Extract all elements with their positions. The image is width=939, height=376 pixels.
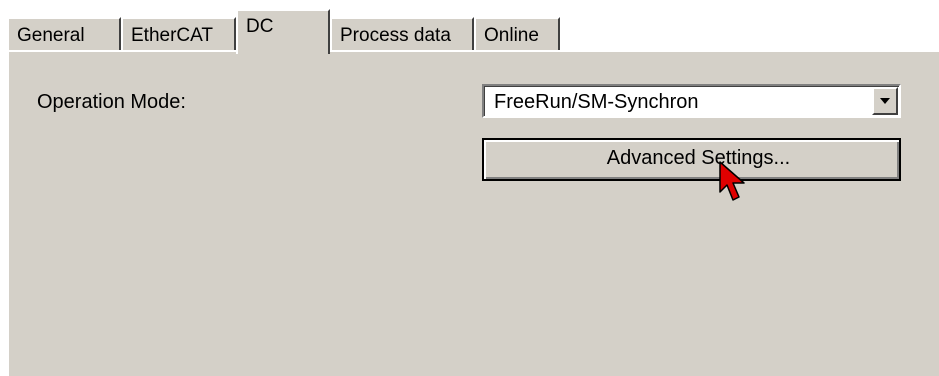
tab-strip: General EtherCAT DC Process data Online xyxy=(0,0,939,54)
operation-mode-value: FreeRun/SM-Synchron xyxy=(494,91,699,113)
tab-process-data[interactable]: Process data xyxy=(330,17,474,52)
tab-general[interactable]: General xyxy=(7,17,121,52)
dropdown-button[interactable] xyxy=(872,87,898,115)
operation-mode-select[interactable]: FreeRun/SM-Synchron xyxy=(482,84,901,118)
tab-dc[interactable]: DC xyxy=(236,9,330,54)
dc-tab-panel: Operation Mode: FreeRun/SM-Synchron Adva… xyxy=(7,50,939,376)
dc-properties-dialog: General EtherCAT DC Process data Online … xyxy=(0,0,939,376)
advanced-settings-button[interactable]: Advanced Settings... xyxy=(482,138,901,181)
mouse-pointer-icon xyxy=(719,161,745,201)
tab-online[interactable]: Online xyxy=(474,17,560,52)
operation-mode-label: Operation Mode: xyxy=(37,91,186,113)
tab-ethercat[interactable]: EtherCAT xyxy=(121,17,236,52)
chevron-down-icon xyxy=(880,98,890,104)
